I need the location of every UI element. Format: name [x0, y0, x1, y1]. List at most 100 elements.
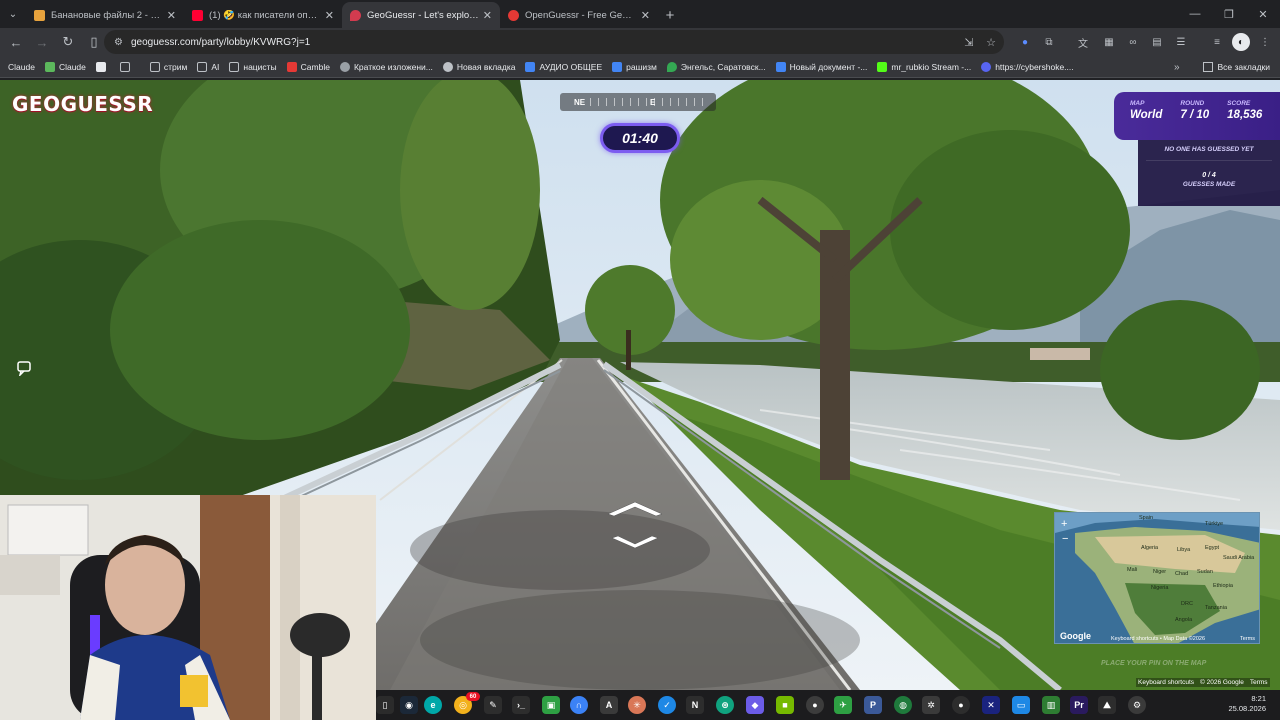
bookmark-item[interactable]: АУДИО ОБЩЕЕ [525, 61, 602, 72]
tab-close-icon[interactable]: ✕ [641, 9, 650, 22]
bookmark-item[interactable] [119, 61, 134, 72]
apps-grid-icon [119, 61, 130, 72]
bookmark-item[interactable]: рашизм [612, 61, 657, 72]
greenapp-icon[interactable]: ✈ [834, 696, 852, 714]
chatgpt-icon[interactable]: ⊛ [716, 696, 734, 714]
app-icon[interactable]: ◆ [746, 696, 764, 714]
extension-icon[interactable]: ● [1016, 33, 1034, 51]
url-text[interactable]: geoguessr.com/party/lobby/KVWRG?j=1 [131, 37, 310, 48]
bookmark-item[interactable] [95, 61, 110, 72]
back-icon[interactable]: ← [4, 30, 28, 54]
zoom-in-button[interactable]: + [1061, 518, 1067, 530]
bookmark-item[interactable]: Краткое изложени... [339, 61, 433, 72]
new-tab-button[interactable]: + [658, 2, 682, 28]
menu-kebab-icon[interactable]: ⋮ [1256, 33, 1274, 51]
compass-label-center: E [650, 97, 656, 107]
nvidia-icon[interactable]: ■ [776, 696, 794, 714]
media-icon[interactable]: ≡ [1208, 33, 1226, 51]
bookmark-label: нацисты [243, 61, 277, 72]
system-settings-icon[interactable]: ⚙ [1128, 696, 1146, 714]
geoguessr-logo[interactable]: GEOGUESSR [12, 92, 153, 116]
car-icon[interactable]: ▭ [1012, 696, 1030, 714]
profile-avatar[interactable]: ◐ [1232, 33, 1250, 51]
guess-minimap[interactable]: + − Spain Türkiye Algeria Libya Egypt Sa… [1054, 512, 1260, 644]
screen: ⌄ Банановые файлы 2 - sansgoth ✕ (1) 🤣 к… [0, 0, 1280, 720]
globe-icon[interactable]: ◍ [894, 696, 912, 714]
tab-search-icon[interactable]: ⌄ [0, 0, 26, 28]
bookmark-label: Claude [8, 61, 35, 72]
reading-list-icon[interactable]: ☰ [1172, 33, 1190, 51]
zoom-out-button[interactable]: − [1062, 533, 1068, 545]
bookmark-label: Claude [58, 61, 86, 72]
claude-icon[interactable]: ✳ [628, 696, 646, 714]
map-footer-text[interactable]: Keyboard shortcuts • Map Data ©2026 [1111, 636, 1205, 642]
terminal-icon[interactable]: ›_ [512, 696, 530, 714]
address-bar[interactable]: ⚙ geoguessr.com/party/lobby/KVWRG?j=1 [104, 30, 1004, 54]
calculator-icon[interactable]: ▤ [1148, 33, 1166, 51]
check-icon[interactable]: ✓ [658, 696, 676, 714]
paint-icon[interactable]: ✎ [484, 696, 502, 714]
file-explorer-icon[interactable]: ▯ [376, 696, 394, 714]
tab-4[interactable]: OpenGuessr - Free GeoGuessr ✕ [500, 2, 658, 28]
map-terms-link[interactable]: Terms [1240, 636, 1255, 642]
bookmark-folder[interactable]: нацисты [229, 61, 277, 72]
reload-icon[interactable]: ↻ [56, 30, 80, 54]
move-back-arrow-icon[interactable] [611, 535, 659, 549]
edge-icon[interactable]: e [424, 696, 442, 714]
more-bookmarks-chevron-icon[interactable]: » [1174, 56, 1180, 78]
tab-close-icon[interactable]: ✕ [167, 9, 176, 22]
map-value: World [1130, 109, 1163, 121]
stats-icon[interactable]: ▥ [1042, 696, 1060, 714]
minimize-button[interactable]: — [1178, 0, 1212, 28]
restore-button[interactable]: ❐ [1212, 0, 1246, 28]
street-view-navigation-arrows[interactable] [604, 498, 666, 554]
gallery-icon[interactable]: ▣ [542, 696, 560, 714]
notion-icon[interactable]: N [686, 696, 704, 714]
bookmark-item[interactable]: Новая вкладка [442, 61, 515, 72]
obs-icon[interactable]: ● [806, 696, 824, 714]
grid-icon[interactable]: ▦ [1100, 33, 1118, 51]
bookmark-star-icon[interactable]: ☆ [980, 30, 1002, 54]
site-info-icon[interactable]: ⚙ [114, 37, 123, 48]
bookmark-folder[interactable]: стрим [149, 61, 188, 72]
all-bookmarks[interactable]: Все закладки [1203, 56, 1270, 78]
image-viewer-icon[interactable]: ⛰ [1098, 696, 1116, 714]
bookmark-item[interactable]: Claude [8, 62, 35, 72]
premiere-icon[interactable]: Pr [1070, 696, 1088, 714]
extensions-puzzle-icon[interactable]: ⧉ [1040, 33, 1058, 51]
move-forward-arrow-icon[interactable] [607, 501, 663, 517]
place-pin-button[interactable]: PLACE YOUR PIN ON THE MAP [1101, 660, 1206, 667]
bookmark-item[interactable]: Новый документ -... [775, 61, 867, 72]
system-clock[interactable]: 8:21 25.08.2026 [1228, 694, 1266, 714]
link-icon[interactable]: ∞ [1124, 33, 1142, 51]
report-flag-icon[interactable] [16, 360, 34, 376]
close-window-button[interactable]: ✕ [1246, 0, 1280, 28]
bookmark-item[interactable]: https://cybershoke.... [981, 61, 1074, 72]
x-app-icon[interactable]: ✕ [982, 696, 1000, 714]
tab-close-icon[interactable]: ✕ [325, 9, 334, 22]
bookmark-folder[interactable]: AI [197, 61, 220, 72]
forward-icon[interactable]: → [30, 30, 54, 54]
bookmark-item[interactable]: Claude [44, 61, 86, 72]
translate-icon[interactable]: 文 [1074, 33, 1092, 51]
bookmark-item[interactable]: Camble [286, 61, 330, 72]
tab-2[interactable]: (1) 🤣 как писатели описывают ✕ [184, 2, 342, 28]
steam-icon[interactable]: ◉ [400, 696, 418, 714]
copilot-icon[interactable]: ∩ [570, 696, 588, 714]
tab-close-icon[interactable]: ✕ [483, 9, 492, 22]
python-icon[interactable]: P [864, 696, 882, 714]
tab-1[interactable]: Банановые файлы 2 - sansgoth ✕ [26, 2, 184, 28]
bookmark-item[interactable]: Энгельс, Саратовск... [666, 61, 766, 72]
map-label-chad: Chad [1175, 571, 1189, 577]
side-panel-icon[interactable]: ▯ [82, 30, 106, 54]
record-icon[interactable]: ● [952, 696, 970, 714]
bookmark-item[interactable]: mr_rubkio Stream -... [877, 61, 971, 72]
terms-link[interactable]: Terms [1250, 679, 1268, 686]
bookmark-label: AI [211, 61, 220, 72]
settings-cog-icon[interactable]: ✲ [922, 696, 940, 714]
keyboard-shortcuts-link[interactable]: Keyboard shortcuts [1138, 679, 1194, 686]
store-icon[interactable]: A [600, 696, 618, 714]
bookmark-label: стрим [163, 61, 188, 72]
tab-3-active[interactable]: GeoGuessr - Let's explore the w ✕ [342, 2, 500, 28]
install-app-icon[interactable]: ⇲ [958, 30, 980, 54]
